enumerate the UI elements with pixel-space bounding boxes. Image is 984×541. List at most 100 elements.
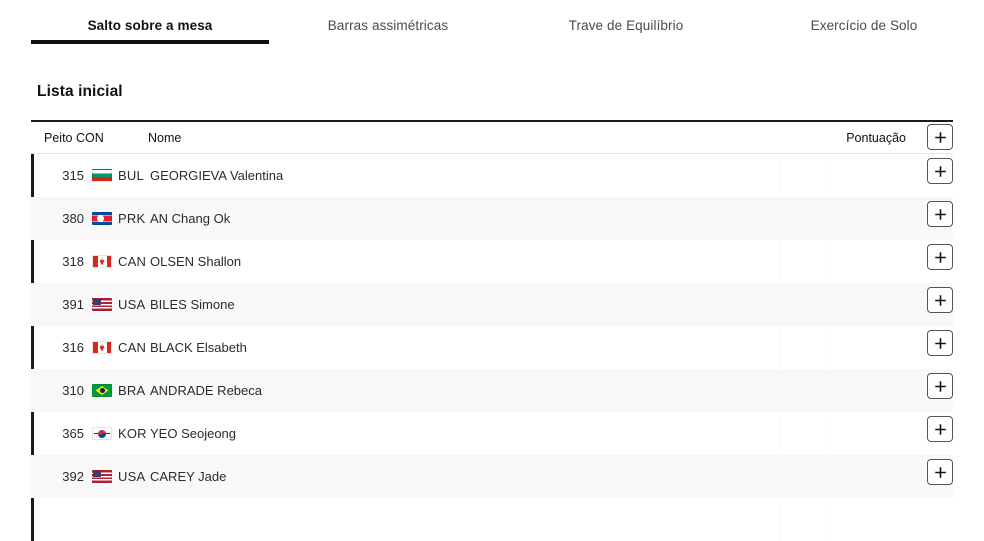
cell-flag bbox=[92, 240, 112, 283]
cell-bib: 365 bbox=[62, 426, 84, 441]
table-row[interactable]: 380 PRK AN Chang Ok bbox=[31, 197, 953, 240]
cell-noc: KOR bbox=[118, 412, 154, 455]
row-add-cell bbox=[927, 459, 953, 485]
add-row-button[interactable] bbox=[927, 201, 953, 227]
noc-code: KOR bbox=[118, 426, 147, 441]
noc-code: BRA bbox=[118, 383, 146, 398]
cell-bib: 380 bbox=[62, 211, 84, 226]
tab-label: Trave de Equilíbrio bbox=[568, 18, 684, 33]
flag-bra-icon bbox=[92, 384, 112, 397]
plus-icon bbox=[934, 251, 947, 264]
cell-noc: PRK bbox=[118, 197, 154, 240]
start-list-page: Salto sobre a mesa Barras assimétricas T… bbox=[0, 0, 984, 541]
flag-prk-icon bbox=[92, 212, 112, 225]
tab-trave-de-equilibrio[interactable]: Trave de Equilíbrio bbox=[507, 0, 745, 56]
row-add-cell bbox=[927, 287, 953, 313]
row-add-cell bbox=[927, 244, 953, 270]
noc-code: CAN bbox=[118, 254, 147, 269]
cell-flag bbox=[92, 154, 112, 197]
add-row-button[interactable] bbox=[927, 373, 953, 399]
cell-athlete-name: BILES Simone bbox=[150, 297, 235, 312]
tab-barras-assimetricas[interactable]: Barras assimétricas bbox=[269, 0, 507, 56]
cell-noc: BUL bbox=[118, 154, 154, 197]
cell-bib: 391 bbox=[62, 297, 84, 312]
tab-label: Barras assimétricas bbox=[327, 18, 449, 33]
start-list-table: Peito CON Nome Pontuação 315 BUL GEORGIE… bbox=[31, 120, 953, 541]
cell-athlete-name: OLSEN Shallon bbox=[150, 254, 242, 269]
plus-icon bbox=[934, 337, 947, 350]
page-title: Lista inicial bbox=[37, 83, 123, 100]
noc-code: BUL bbox=[118, 168, 144, 183]
flag-can-icon bbox=[92, 255, 112, 268]
header-add-cell bbox=[927, 124, 953, 150]
apparatus-tabbar: Salto sobre a mesa Barras assimétricas T… bbox=[0, 0, 984, 56]
cell-noc: CAN bbox=[118, 326, 154, 369]
noc-code: PRK bbox=[118, 211, 146, 226]
table-row[interactable]: 365 KOR YEO Seojeong bbox=[31, 412, 953, 455]
cell-athlete-name: CAREY Jade bbox=[150, 469, 227, 484]
flag-usa-icon bbox=[92, 298, 112, 311]
plus-icon bbox=[934, 208, 947, 221]
add-row-button[interactable] bbox=[927, 330, 953, 356]
add-row-button[interactable] bbox=[927, 287, 953, 313]
add-row-button[interactable] bbox=[927, 158, 953, 184]
cell-flag bbox=[92, 283, 112, 326]
table-row[interactable]: 310 BRA ANDRADE Rebeca bbox=[31, 369, 953, 412]
cell-bib: 310 bbox=[62, 383, 84, 398]
row-add-cell bbox=[927, 330, 953, 356]
cell-flag bbox=[92, 412, 112, 455]
column-header-bib-noc: Peito CON bbox=[44, 131, 104, 145]
column-header-score: Pontuação bbox=[846, 131, 906, 145]
add-all-button[interactable] bbox=[927, 124, 953, 150]
plus-icon bbox=[934, 466, 947, 479]
tab-exercicio-de-solo[interactable]: Exercício de Solo bbox=[745, 0, 983, 56]
table-row[interactable] bbox=[31, 498, 953, 541]
flag-bul-icon bbox=[92, 169, 112, 182]
column-header-name: Nome bbox=[148, 131, 182, 145]
plus-icon bbox=[934, 380, 947, 393]
table-row[interactable]: 315 BUL GEORGIEVA Valentina bbox=[31, 154, 953, 197]
cell-athlete-name: BLACK Elsabeth bbox=[150, 340, 247, 355]
cell-athlete-name: ANDRADE Rebeca bbox=[150, 383, 262, 398]
cell-bib: 318 bbox=[62, 254, 84, 269]
cell-bib: 316 bbox=[62, 340, 84, 355]
flag-can-icon bbox=[92, 341, 112, 354]
noc-code: USA bbox=[118, 469, 146, 484]
plus-icon bbox=[934, 423, 947, 436]
flag-kor-icon bbox=[92, 427, 112, 440]
tab-label: Salto sobre a mesa bbox=[87, 18, 213, 33]
row-add-cell bbox=[927, 373, 953, 399]
cell-athlete-name: AN Chang Ok bbox=[150, 211, 231, 226]
cell-noc: USA bbox=[118, 455, 154, 498]
cell-noc: USA bbox=[118, 283, 154, 326]
tab-label: Exercício de Solo bbox=[810, 18, 918, 33]
row-add-cell bbox=[927, 416, 953, 442]
cell-flag bbox=[92, 326, 112, 369]
plus-icon bbox=[934, 165, 947, 178]
cell-noc: BRA bbox=[118, 369, 154, 412]
tab-salto-sobre-a-mesa[interactable]: Salto sobre a mesa bbox=[31, 0, 269, 56]
row-add-cell bbox=[927, 201, 953, 227]
table-row[interactable]: 318 CAN OLSEN Shallon bbox=[31, 240, 953, 283]
cell-flag bbox=[92, 455, 112, 498]
row-add-cell bbox=[927, 158, 953, 184]
cell-bib: 315 bbox=[62, 168, 84, 183]
cell-noc: CAN bbox=[118, 240, 154, 283]
noc-code: CAN bbox=[118, 340, 147, 355]
flag-usa-icon bbox=[92, 470, 112, 483]
table-header-row: Peito CON Nome Pontuação bbox=[31, 120, 953, 154]
table-row[interactable]: 316 CAN BLACK Elsabeth bbox=[31, 326, 953, 369]
add-row-button[interactable] bbox=[927, 459, 953, 485]
add-row-button[interactable] bbox=[927, 244, 953, 270]
plus-icon bbox=[934, 294, 947, 307]
cell-athlete-name: GEORGIEVA Valentina bbox=[150, 168, 284, 183]
plus-icon bbox=[934, 131, 947, 144]
cell-bib bbox=[48, 498, 84, 541]
cell-athlete-name: YEO Seojeong bbox=[150, 426, 237, 441]
add-row-button[interactable] bbox=[927, 416, 953, 442]
table-row[interactable]: 391 USA BILES Simone bbox=[31, 283, 953, 326]
cell-flag bbox=[92, 369, 112, 412]
table-row[interactable]: 392 USA CAREY Jade bbox=[31, 455, 953, 498]
cell-bib: 392 bbox=[62, 469, 84, 484]
cell-flag bbox=[92, 197, 112, 240]
